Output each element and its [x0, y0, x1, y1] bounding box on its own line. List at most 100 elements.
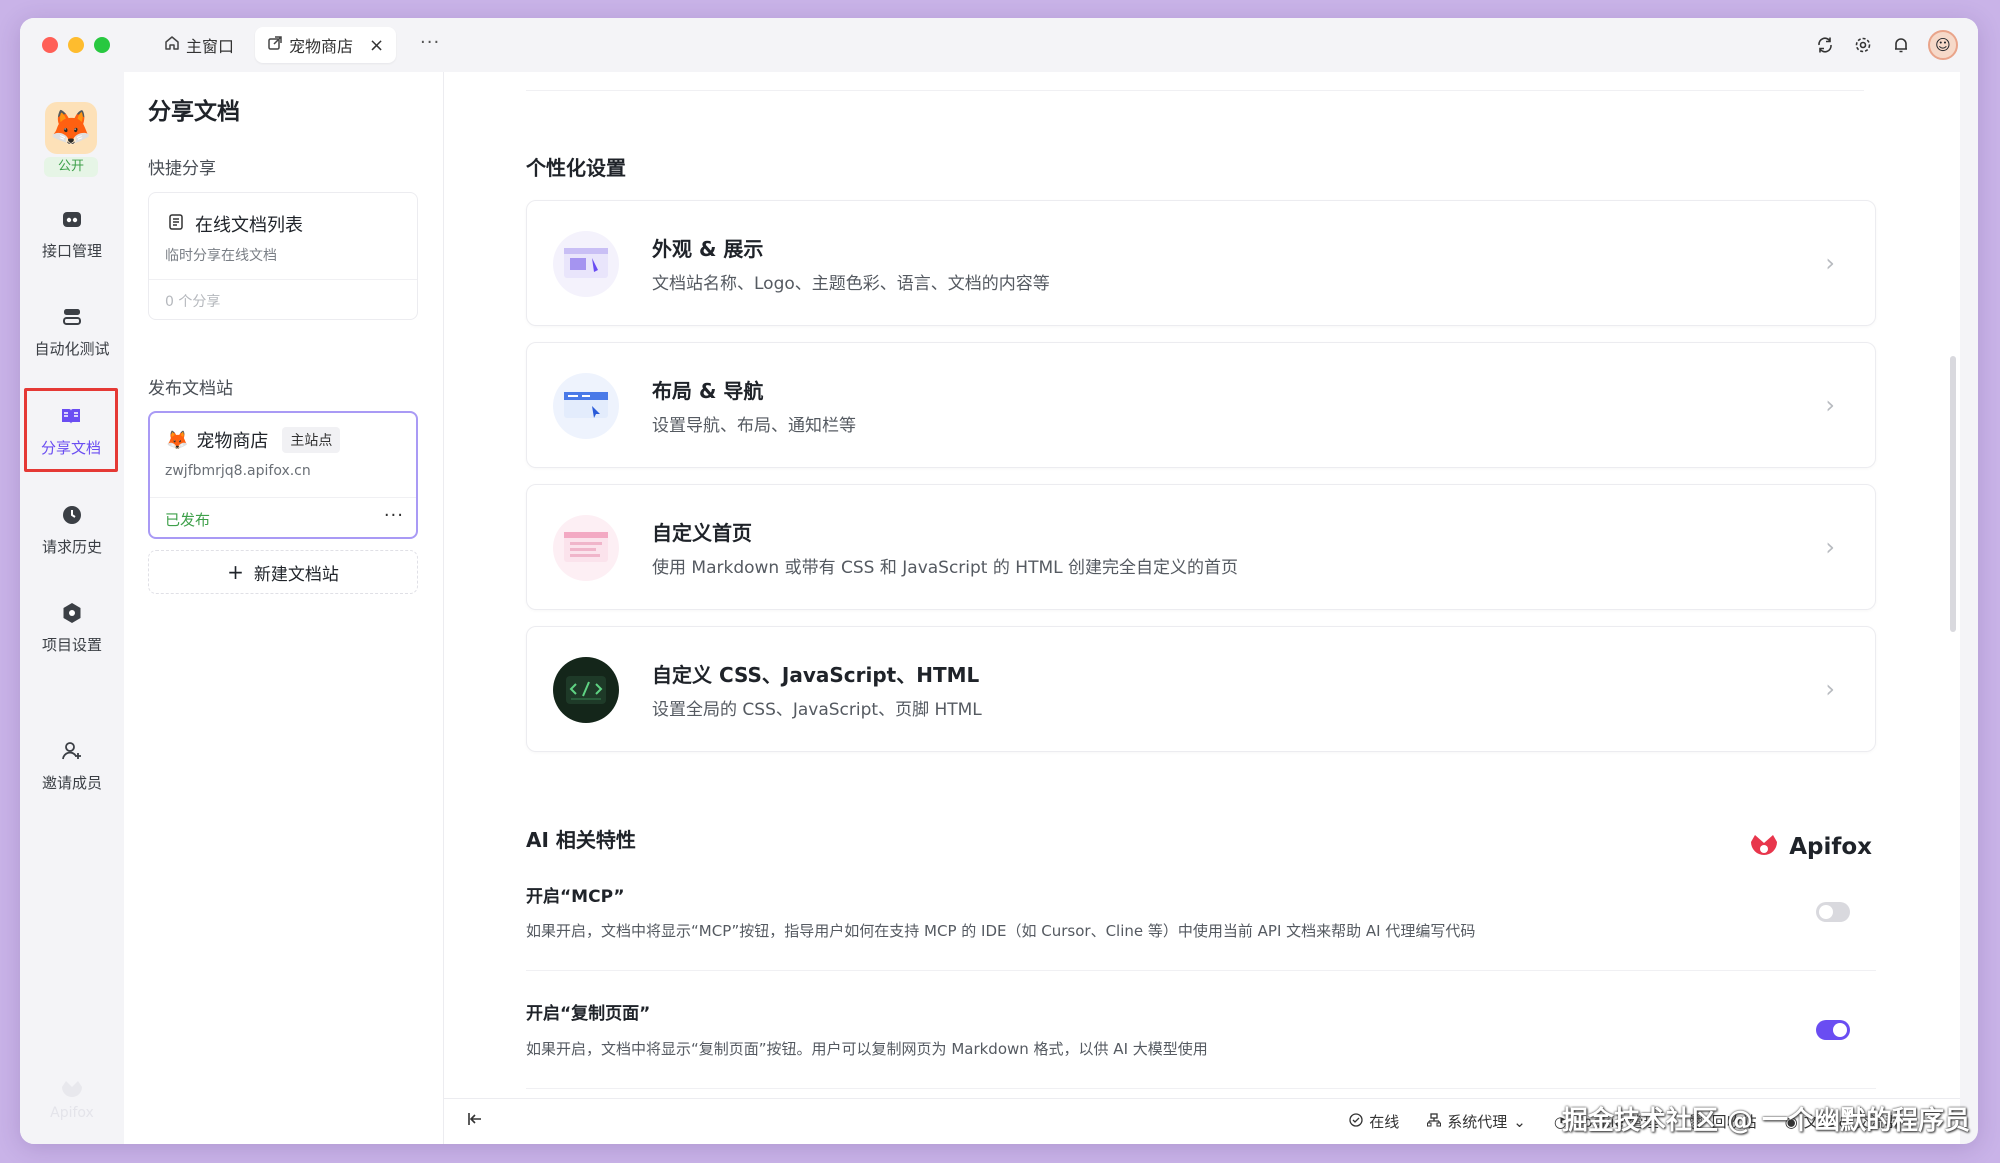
mcp-option-desc: 如果开启，文档中将显示“MCP”按钮，指导用户如何在支持 MCP 的 IDE（如…: [526, 922, 1476, 940]
collapse-sidebar-icon[interactable]: [466, 1110, 484, 1133]
new-doc-site-label: 新建文档站: [253, 564, 339, 585]
tab-home[interactable]: 主窗口: [152, 27, 246, 63]
divider: [526, 970, 1876, 971]
card-title: 自定义首页: [652, 521, 752, 545]
appearance-thumbnail-icon: [553, 231, 619, 297]
minimize-window-button[interactable]: [68, 37, 84, 53]
close-window-button[interactable]: [42, 37, 58, 53]
apifox-logo: Apifox: [1747, 832, 1872, 862]
doc-site-name: 宠物商店: [196, 431, 269, 452]
automation-icon: [59, 304, 85, 330]
layout-thumbnail-icon: [553, 373, 619, 439]
nav-label: 请求历史: [41, 537, 102, 556]
project-logo[interactable]: 🦊: [45, 102, 97, 154]
fox-logo-icon: 🦊: [166, 429, 189, 451]
tab-label: 宠物商店: [289, 37, 354, 56]
doc-site-card[interactable]: 🦊 宠物商店 主站点 zwjfbmrjq8.apifox.cn 已发布 ···: [148, 411, 418, 539]
apifox-logo-text: Apifox: [1789, 834, 1872, 860]
title-bar: 主窗口 宠物商店 × ··· ☺: [20, 18, 1978, 72]
custom-homepage-card[interactable]: 自定义首页 使用 Markdown 或带有 CSS 和 JavaScript 的…: [526, 484, 1876, 610]
project-visibility-badge: 公开: [44, 157, 98, 177]
card-desc: 设置导航、布局、通知栏等: [652, 416, 856, 436]
gear-icon[interactable]: [1852, 34, 1874, 56]
app-window: 主窗口 宠物商店 × ··· ☺ 🦊 公开 接口管理 自动化测试 分享文档 请求…: [20, 18, 1978, 1144]
online-status[interactable]: 在线: [1349, 1111, 1399, 1132]
close-icon[interactable]: ×: [369, 35, 384, 56]
personalization-heading: 个性化设置: [526, 156, 626, 180]
more-tabs-icon[interactable]: ···: [420, 32, 440, 53]
code-thumbnail-icon: [553, 657, 619, 723]
bell-icon[interactable]: [1890, 34, 1912, 56]
nav-item-invite-members[interactable]: 邀请成员: [26, 724, 118, 806]
toggle-knob: [1819, 905, 1833, 919]
more-options-icon[interactable]: ···: [384, 505, 404, 526]
online-label: 在线: [1369, 1113, 1400, 1131]
card-desc: 文档站名称、Logo、主题色彩、语言、文档的内容等: [652, 274, 1050, 294]
online-docs-card[interactable]: 在线文档列表 临时分享在线文档 0 个分享: [148, 192, 418, 320]
chevron-down-icon: ⌄: [1513, 1112, 1526, 1131]
book-icon: [58, 403, 84, 429]
divider: [526, 90, 1864, 91]
toggle-knob: [1833, 1023, 1847, 1037]
share-icon: [267, 35, 283, 55]
copy-page-option-desc: 如果开启，文档中将显示“复制页面”按钮。用户可以复制网页为 Markdown 格…: [526, 1040, 1208, 1058]
publish-status: 已发布: [165, 511, 211, 529]
publish-site-label: 发布文档站: [148, 379, 233, 399]
custom-code-card[interactable]: 自定义 CSS、JavaScript、HTML 设置全局的 CSS、JavaSc…: [526, 626, 1876, 752]
left-nav: 🦊 公开 接口管理 自动化测试 分享文档 请求历史 项目设置 邀请成员 Apif…: [20, 72, 124, 1144]
nav-item-project-settings[interactable]: 项目设置: [26, 586, 118, 668]
doc-site-url: zwjfbmrjq8.apifox.cn: [165, 463, 311, 479]
card-title: 外观 & 展示: [652, 237, 764, 261]
card-divider: [150, 497, 416, 498]
nav-item-api-management[interactable]: 接口管理: [26, 192, 118, 274]
nav-item-share-docs[interactable]: 分享文档: [24, 388, 118, 472]
apifox-faded-logo: Apifox: [42, 1077, 102, 1121]
api-icon: [59, 206, 85, 232]
nav-label: 分享文档: [40, 438, 101, 457]
plus-icon: +: [227, 560, 244, 584]
chevron-right-icon: ›: [1825, 391, 1835, 419]
divider: [526, 1088, 1876, 1089]
copy-page-toggle[interactable]: [1816, 1020, 1850, 1040]
nav-label: 自动化测试: [34, 339, 110, 358]
settings-icon: [59, 600, 85, 626]
maximize-window-button[interactable]: [94, 37, 110, 53]
check-circle-icon: [1349, 1112, 1363, 1131]
card-divider: [149, 279, 417, 280]
chevron-right-icon: ›: [1825, 675, 1835, 703]
apifox-faded-text: Apifox: [50, 1105, 94, 1121]
copy-page-option-title: 开启“复制页面”: [526, 1004, 651, 1024]
nav-item-automation-test[interactable]: 自动化测试: [26, 290, 118, 372]
panel-title: 分享文档: [148, 99, 240, 125]
card-desc: 使用 Markdown 或带有 CSS 和 JavaScript 的 HTML …: [652, 558, 1238, 578]
sync-icon[interactable]: [1814, 34, 1836, 56]
tab-pet-store[interactable]: 宠物商店 ×: [255, 27, 397, 63]
main-site-badge: 主站点: [282, 427, 341, 453]
chevron-right-icon: ›: [1825, 533, 1835, 561]
online-docs-count: 0 个分享: [165, 294, 221, 310]
nav-label: 接口管理: [41, 241, 102, 260]
quick-share-label: 快捷分享: [148, 159, 216, 179]
home-icon: [164, 35, 180, 55]
card-title: 布局 & 导航: [652, 379, 764, 403]
user-avatar[interactable]: ☺: [1928, 30, 1958, 60]
card-desc: 设置全局的 CSS、JavaScript、页脚 HTML: [652, 700, 982, 720]
online-docs-title-text: 在线文档列表: [195, 215, 303, 236]
appearance-settings-card[interactable]: 外观 & 展示 文档站名称、Logo、主题色彩、语言、文档的内容等 ›: [526, 200, 1876, 326]
mcp-toggle[interactable]: [1816, 902, 1850, 922]
watermark: 掘金技术社区 @ 一个幽默的程序员: [1561, 1106, 1970, 1136]
nav-item-request-history[interactable]: 请求历史: [26, 488, 118, 570]
mcp-option-title: 开启“MCP”: [526, 887, 625, 907]
chevron-right-icon: ›: [1825, 249, 1835, 277]
new-doc-site-button[interactable]: + 新建文档站: [148, 550, 418, 594]
add-user-icon: [59, 738, 85, 764]
titlebar-actions: ☺: [1814, 30, 1958, 60]
nav-label: 项目设置: [41, 635, 102, 654]
homepage-thumbnail-icon: [553, 515, 619, 581]
system-proxy[interactable]: 系统代理 ⌄: [1427, 1111, 1526, 1132]
vertical-scrollbar[interactable]: [1950, 356, 1956, 632]
layout-navigation-card[interactable]: 布局 & 导航 设置导航、布局、通知栏等 ›: [526, 342, 1876, 468]
network-icon: [1427, 1112, 1442, 1131]
nav-label: 邀请成员: [41, 773, 102, 792]
ai-features-heading: AI 相关特性: [526, 828, 636, 852]
